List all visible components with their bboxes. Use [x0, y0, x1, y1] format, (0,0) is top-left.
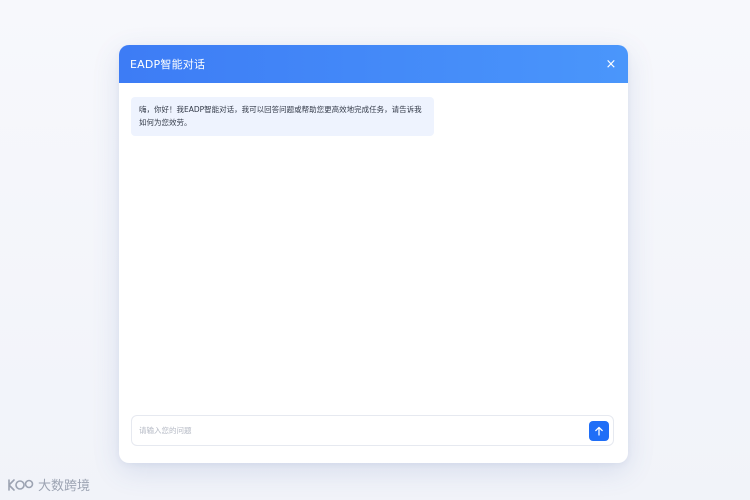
watermark: 大数跨境: [6, 475, 90, 494]
arrow-up-icon: [595, 426, 603, 436]
chat-dialog: EADP智能对话 × 嗨，你好！我EADP智能对话，我可以回答问题或帮助您更高效…: [119, 45, 628, 463]
composer: [131, 415, 614, 446]
brand-logo-icon: [6, 477, 34, 493]
question-input[interactable]: [139, 426, 589, 435]
message-list: 嗨，你好！我EADP智能对话，我可以回答问题或帮助您更高效地完成任务，请告诉我如…: [119, 83, 628, 417]
watermark-text: 大数跨境: [38, 479, 91, 494]
page-background: EADP智能对话 × 嗨，你好！我EADP智能对话，我可以回答问题或帮助您更高效…: [0, 0, 750, 500]
dialog-header: EADP智能对话 ×: [119, 45, 628, 83]
send-button[interactable]: [589, 420, 609, 441]
assistant-message-bubble: 嗨，你好！我EADP智能对话，我可以回答问题或帮助您更高效地完成任务，请告诉我如…: [131, 97, 434, 136]
dialog-title: EADP智能对话: [130, 58, 206, 71]
close-icon[interactable]: ×: [604, 57, 618, 71]
